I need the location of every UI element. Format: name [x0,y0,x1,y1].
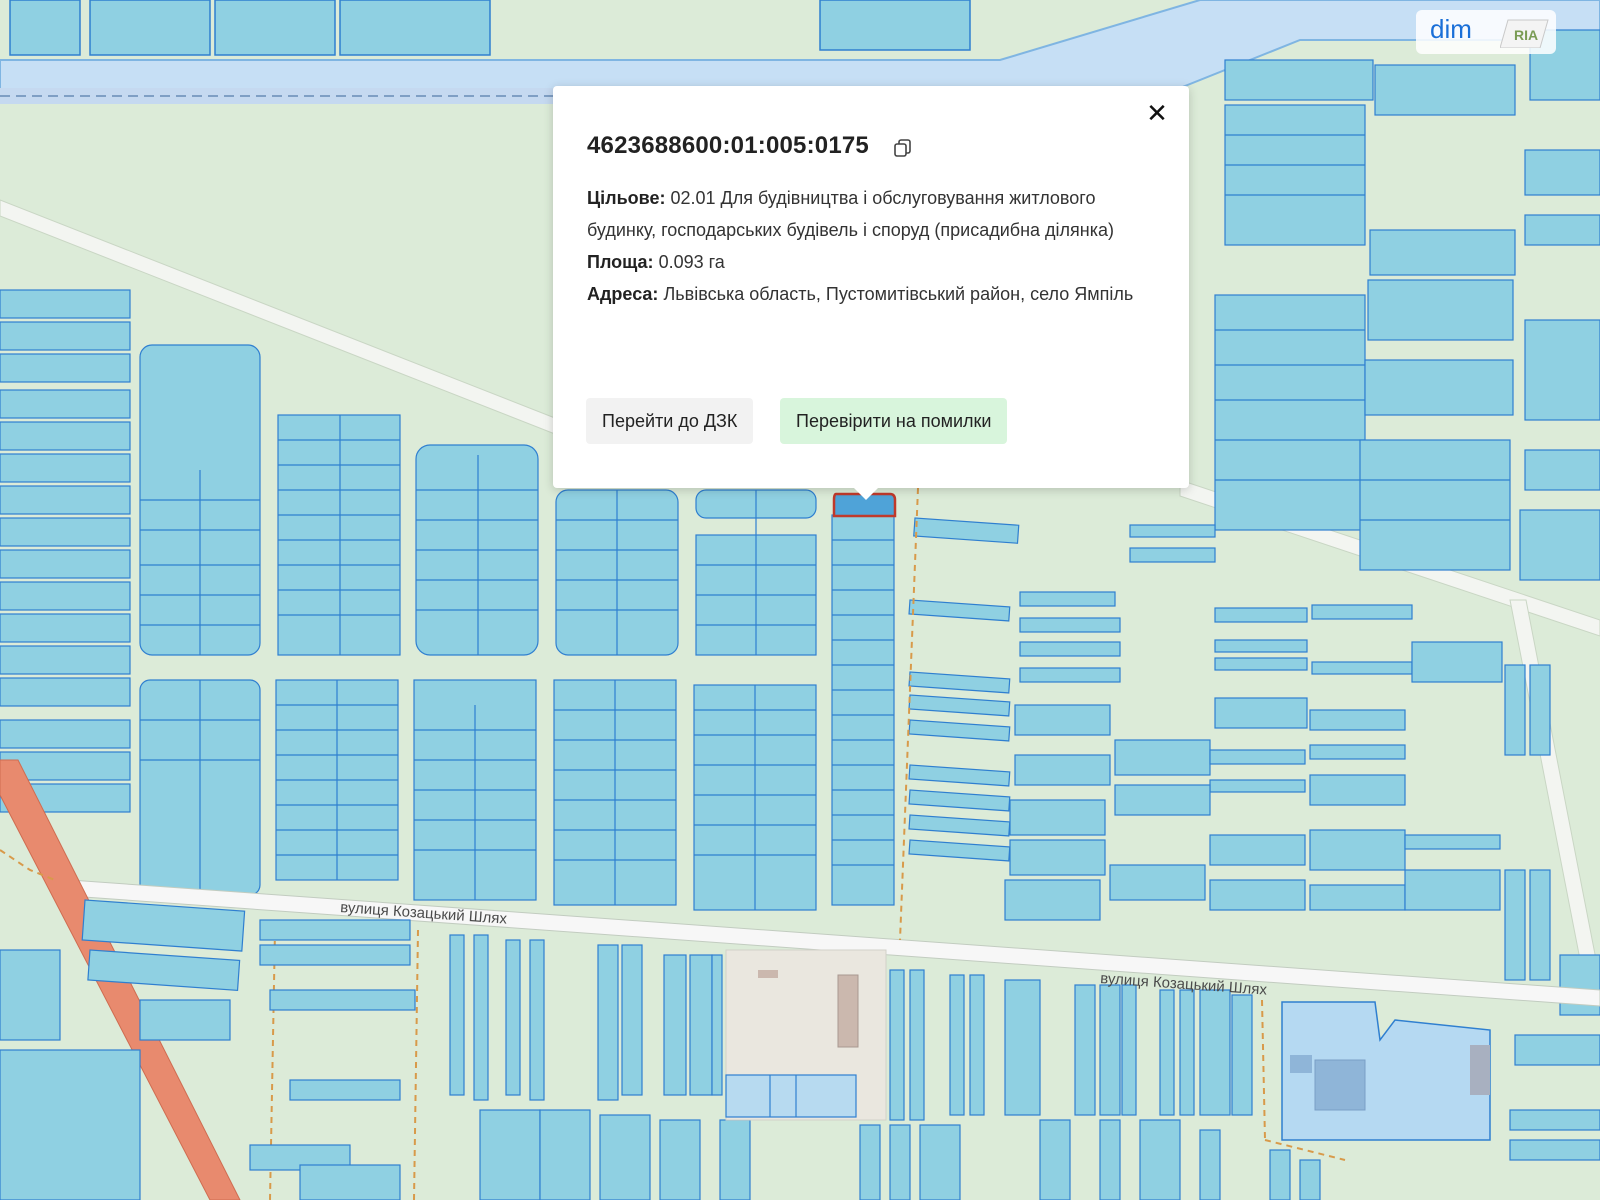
dim-ria-logo[interactable]: dim RIA [1416,10,1556,54]
industrial-building-small [758,970,778,978]
zone-building-2 [1290,1055,1312,1073]
address-label: Адреса: [587,284,659,304]
go-to-dzk-button[interactable]: Перейти до ДЗК [586,398,754,444]
parcel-popup: ✕ 4623688600:01:005:0175 Цільове: 02.01 … [553,86,1189,488]
close-icon[interactable]: ✕ [1143,100,1171,128]
address-row: Адреса: Львівська область, Пустомитівськ… [587,278,1147,310]
purpose-label: Цільове: [587,188,666,208]
parcel-info: Цільове: 02.01 Для будівництва і обслуго… [587,182,1147,310]
parcel-cadastral-number: 4623688600:01:005:0175 [587,132,869,159]
purpose-row: Цільове: 02.01 Для будівництва і обслуго… [587,182,1147,246]
popup-arrow [852,486,880,500]
left-strip-parcels [0,289,131,813]
zone-building [1314,1059,1366,1111]
logo-text: dim [1430,14,1472,44]
purpose-value: 02.01 Для будівництва і обслуговування ж… [587,188,1115,240]
top-parcels [9,0,971,56]
address-value: Львівська область, Пустомитівський район… [663,284,1134,304]
area-label: Площа: [587,252,654,272]
blue-parcel-bottom [725,1074,857,1118]
area-value: 0.093 га [658,252,725,272]
industrial-building [837,974,859,1048]
logo-badge-icon: RIA [1500,19,1549,48]
copy-icon[interactable] [893,138,913,158]
check-errors-button[interactable]: Перевірити на помилки [780,398,1008,444]
svg-text:RIA: RIA [1514,27,1538,43]
area-row: Площа: 0.093 га [587,246,1147,278]
zone-building-3 [1470,1045,1490,1095]
